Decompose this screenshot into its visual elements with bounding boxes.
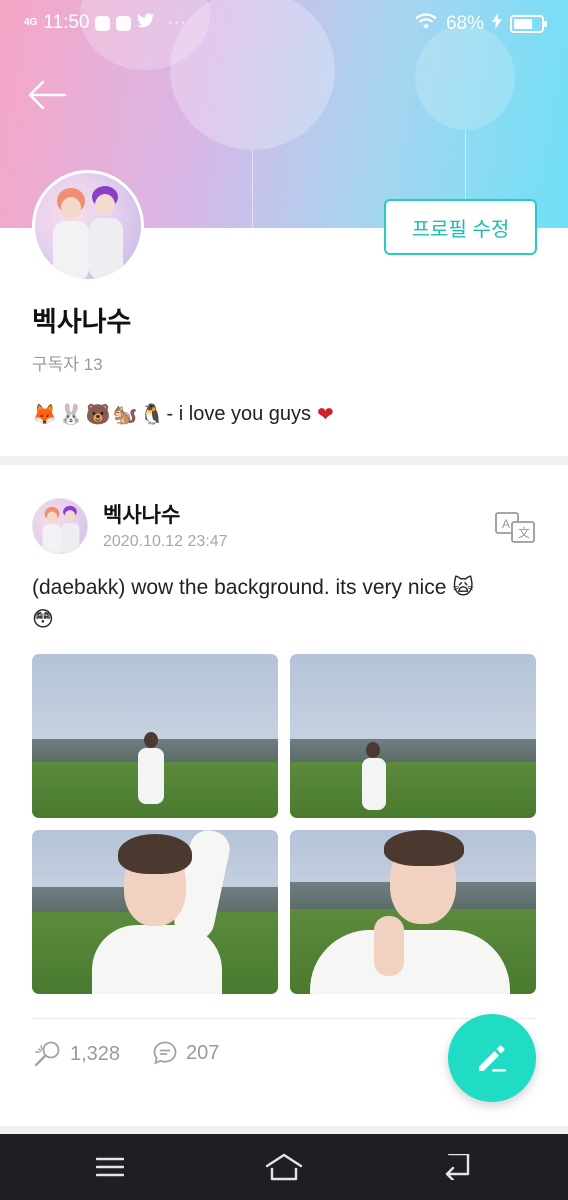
photo-person-hair bbox=[384, 830, 464, 866]
profile-avatar[interactable] bbox=[32, 170, 144, 282]
bio-emoji-penguin: 🐧 bbox=[139, 404, 165, 426]
comment-icon bbox=[153, 1041, 177, 1065]
network-indicator: 4G bbox=[24, 17, 38, 28]
translate-button[interactable]: A 文 bbox=[494, 510, 536, 544]
write-post-button[interactable] bbox=[448, 1014, 536, 1102]
photo-person-sweater bbox=[310, 930, 510, 994]
post-separator bbox=[32, 1018, 536, 1019]
translate-icon: A 文 bbox=[495, 512, 535, 543]
profile-bio: 🦊 🐰 🐻 🐿️ 🐧 - i love you guys ❤ bbox=[32, 402, 334, 427]
post-emoji-flushed: 😳 bbox=[32, 608, 54, 631]
section-divider bbox=[0, 456, 568, 465]
post-author-avatar[interactable] bbox=[32, 498, 88, 554]
post-photo-3[interactable] bbox=[32, 830, 278, 994]
more-notifications: ··· bbox=[167, 14, 187, 31]
bio-heart: ❤ bbox=[317, 404, 334, 426]
arrow-left-icon bbox=[28, 80, 67, 110]
svg-text:文: 文 bbox=[518, 525, 530, 540]
bio-emoji-rabbit: 🐰 bbox=[58, 404, 84, 426]
bio-text: - i love you guys bbox=[166, 403, 312, 425]
photo-person-body bbox=[138, 748, 164, 804]
notification-check-icon bbox=[95, 15, 111, 31]
photo-person-head bbox=[366, 742, 380, 758]
like-count: 1,328 bbox=[70, 1042, 121, 1065]
profile-name: 벡사나수 bbox=[32, 307, 132, 337]
status-bar: 4G 11:50 ··· 68% bbox=[0, 0, 568, 50]
pencil-icon bbox=[479, 1045, 506, 1072]
comment-button[interactable]: 207 bbox=[152, 1040, 219, 1066]
avatar-illustration bbox=[53, 186, 123, 279]
recent-apps-button[interactable] bbox=[90, 1148, 130, 1186]
photo-sky bbox=[290, 654, 536, 753]
post-text: (daebakk) wow the background. its very n… bbox=[32, 576, 453, 599]
home-button[interactable] bbox=[264, 1148, 304, 1186]
balloon-string bbox=[252, 150, 253, 228]
photo-person-hand bbox=[374, 916, 404, 976]
back-button[interactable] bbox=[24, 72, 70, 118]
edit-profile-button[interactable]: 프로필 수정 bbox=[384, 199, 537, 255]
bio-emoji-squirrel: 🐿️ bbox=[112, 404, 138, 426]
menu-icon bbox=[96, 1157, 124, 1177]
post-photo-1[interactable] bbox=[32, 654, 278, 818]
wifi-icon bbox=[414, 12, 438, 36]
system-navigation-bar bbox=[0, 1134, 568, 1200]
battery-icon bbox=[510, 15, 547, 33]
charging-icon bbox=[492, 13, 502, 35]
post-emoji-scream-cat: 🙀 bbox=[452, 576, 475, 599]
post-photo-2[interactable] bbox=[290, 654, 536, 818]
section-divider bbox=[0, 1126, 568, 1134]
like-button[interactable]: 1,328 bbox=[32, 1040, 120, 1068]
twitter-icon bbox=[137, 12, 155, 34]
system-back-button[interactable] bbox=[436, 1148, 476, 1186]
back-icon bbox=[445, 1154, 470, 1180]
post-author-name[interactable]: 벡사나수 bbox=[103, 499, 180, 529]
bio-emoji-bear: 🐻 bbox=[85, 404, 111, 426]
bio-emoji-fox: 🦊 bbox=[32, 404, 57, 426]
subscriber-count[interactable]: 구독자 13 bbox=[32, 350, 103, 375]
battery-level bbox=[514, 19, 532, 29]
post-date: 2020.10.12 23:47 bbox=[103, 533, 228, 550]
photo-person-head bbox=[144, 732, 158, 748]
battery-percent: 68% bbox=[445, 13, 484, 34]
photo-person-body bbox=[362, 758, 386, 810]
photo-grass bbox=[290, 762, 536, 818]
lightstick-icon bbox=[34, 1041, 60, 1067]
post-body: (daebakk) wow the background. its very n… bbox=[32, 572, 538, 636]
avatar-illustration bbox=[42, 505, 80, 553]
comment-count: 207 bbox=[186, 1041, 220, 1064]
facebook-icon bbox=[116, 15, 132, 31]
home-icon bbox=[265, 1153, 303, 1181]
svg-text:A: A bbox=[502, 517, 510, 531]
photo-person-hair bbox=[118, 834, 192, 874]
clock: 11:50 bbox=[43, 12, 90, 33]
post-photo-4[interactable] bbox=[290, 830, 536, 994]
